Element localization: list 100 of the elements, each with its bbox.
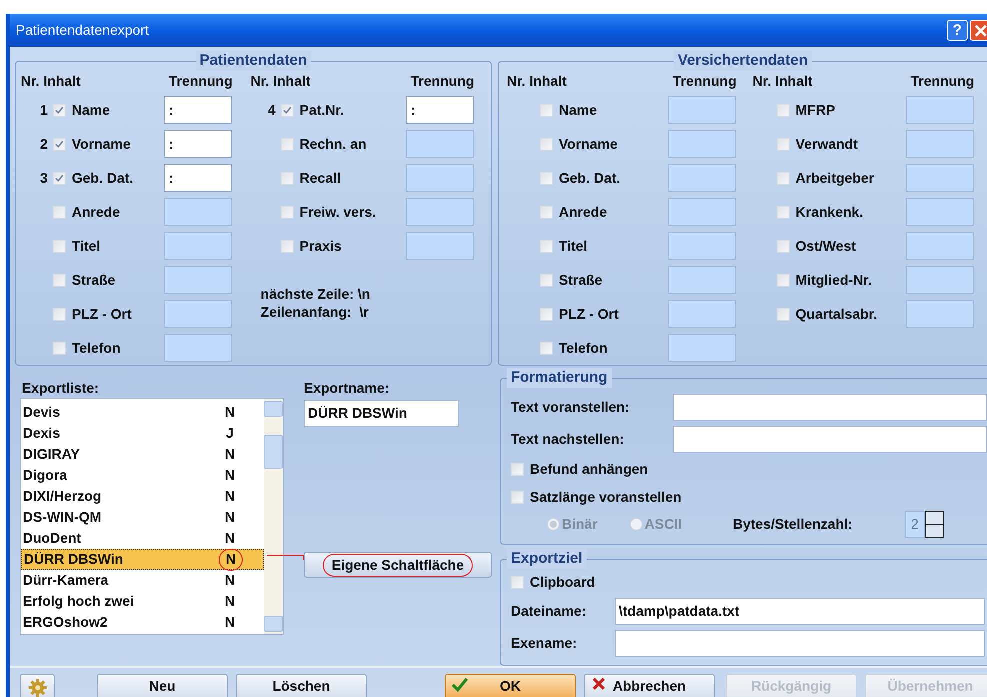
scrollbar[interactable] bbox=[264, 399, 283, 634]
field-label: Vorname bbox=[559, 134, 619, 154]
spin-buttons[interactable] bbox=[925, 510, 944, 538]
help-button[interactable]: ? bbox=[947, 20, 968, 41]
checkbox[interactable] bbox=[53, 308, 66, 320]
close-icon bbox=[975, 24, 987, 36]
text-field[interactable]: \tdamp\patdata.txt bbox=[615, 598, 985, 626]
dialog-button[interactable]: Löschen bbox=[236, 674, 367, 697]
list-item[interactable]: ERGOshow2 N bbox=[21, 612, 264, 633]
checkbox[interactable] bbox=[280, 104, 294, 116]
separator-field[interactable] bbox=[906, 266, 974, 294]
checkbox[interactable] bbox=[540, 308, 553, 320]
list-item[interactable]: Dürr-Kamera N bbox=[21, 570, 264, 591]
checkbox[interactable] bbox=[540, 206, 553, 218]
separator-field[interactable]: : bbox=[164, 96, 232, 124]
checkbox[interactable] bbox=[776, 274, 790, 286]
separator-field[interactable] bbox=[164, 198, 232, 226]
checkbox[interactable] bbox=[540, 138, 553, 150]
checkbox[interactable] bbox=[776, 138, 790, 150]
checkbox[interactable] bbox=[540, 342, 553, 354]
checkbox[interactable] bbox=[776, 240, 790, 252]
checkbox[interactable] bbox=[776, 308, 790, 320]
group-title: Formatierung bbox=[507, 368, 612, 388]
checkbox[interactable] bbox=[280, 172, 294, 184]
flag-cell-text: N bbox=[224, 613, 236, 632]
exportname-field[interactable]: DÜRR DBSWin bbox=[304, 400, 459, 427]
checkbox[interactable] bbox=[53, 104, 66, 116]
field-label: Mitglied-Nr. bbox=[796, 270, 874, 290]
checkbox[interactable] bbox=[53, 274, 66, 286]
checkbox[interactable] bbox=[540, 274, 553, 286]
separator-field[interactable] bbox=[668, 130, 736, 158]
list-item[interactable]: Devis N bbox=[21, 402, 264, 423]
row-number: 4 bbox=[268, 100, 276, 120]
separator-field[interactable] bbox=[668, 334, 736, 362]
separator-field[interactable] bbox=[668, 300, 736, 328]
column-header: Nr. Inhalt bbox=[752, 72, 814, 90]
separator-field[interactable]: : bbox=[164, 130, 232, 158]
checkbox[interactable] bbox=[53, 138, 66, 150]
list-item[interactable]: Digora N bbox=[21, 465, 264, 486]
separator-field[interactable] bbox=[164, 300, 232, 328]
separator-field[interactable] bbox=[668, 164, 736, 192]
checkbox[interactable] bbox=[540, 172, 553, 184]
dialog-button[interactable]: Neu bbox=[97, 674, 228, 697]
checkbox[interactable] bbox=[53, 206, 66, 218]
separator-field[interactable] bbox=[668, 96, 736, 124]
list-item[interactable]: DIXI/Herzog N bbox=[21, 486, 264, 507]
checkbox[interactable] bbox=[776, 206, 790, 218]
checkbox[interactable] bbox=[53, 172, 66, 184]
settings-button[interactable] bbox=[20, 674, 55, 697]
row-number: 1 bbox=[40, 100, 48, 120]
list-item[interactable]: DÜRR DBSWin N bbox=[21, 549, 264, 570]
list-item[interactable]: DIGIRAY N bbox=[21, 444, 264, 465]
checkbox[interactable] bbox=[511, 490, 524, 504]
text-field[interactable] bbox=[615, 630, 985, 658]
separator-field[interactable]: : bbox=[164, 164, 232, 192]
separator-field[interactable]: : bbox=[406, 96, 474, 124]
separator-field[interactable] bbox=[406, 164, 474, 192]
checkbox[interactable] bbox=[280, 138, 294, 150]
checkbox[interactable] bbox=[776, 104, 790, 116]
separator-field[interactable] bbox=[406, 198, 474, 226]
field-label: Telefon bbox=[559, 338, 609, 358]
separator-field[interactable] bbox=[164, 232, 232, 260]
separator-field[interactable] bbox=[164, 266, 232, 294]
cross-icon bbox=[593, 678, 605, 690]
separator-field[interactable] bbox=[406, 232, 474, 260]
list-item[interactable]: Erfolg hoch zwei N bbox=[21, 591, 264, 612]
checkbox[interactable] bbox=[511, 462, 524, 476]
text-field[interactable] bbox=[673, 394, 987, 420]
leader-line bbox=[267, 555, 304, 560]
list-item[interactable]: DuoDent N bbox=[21, 528, 264, 549]
checkbox[interactable] bbox=[540, 104, 553, 116]
field-label: MFRP bbox=[796, 100, 836, 120]
separator-field[interactable] bbox=[668, 266, 736, 294]
separator-field[interactable] bbox=[906, 164, 974, 192]
separator-field[interactable] bbox=[406, 130, 474, 158]
custom-button[interactable]: Eigene Schaltfläche bbox=[304, 552, 492, 578]
separator-field[interactable] bbox=[906, 130, 974, 158]
list-item[interactable]: Dexis J bbox=[21, 423, 264, 444]
list-item[interactable]: DS-WIN-QM N bbox=[21, 507, 264, 528]
checkbox[interactable] bbox=[280, 206, 294, 218]
separator-field[interactable] bbox=[906, 96, 974, 124]
dialog-button[interactable]: Abbrechen bbox=[584, 674, 715, 697]
separator-field[interactable] bbox=[906, 198, 974, 226]
checkbox[interactable] bbox=[53, 240, 66, 252]
group-title: Versichertendaten bbox=[674, 51, 812, 71]
separator-field[interactable] bbox=[668, 232, 736, 260]
checkbox[interactable] bbox=[280, 240, 294, 252]
checkbox[interactable] bbox=[53, 342, 66, 354]
checkbox[interactable] bbox=[776, 172, 790, 184]
flag-cell-text: N bbox=[224, 508, 236, 527]
separator-field[interactable] bbox=[164, 334, 232, 362]
text-field[interactable] bbox=[673, 426, 987, 452]
checkbox[interactable] bbox=[540, 240, 553, 252]
separator-field[interactable] bbox=[906, 232, 974, 260]
checkbox[interactable] bbox=[511, 576, 524, 590]
separator-field[interactable] bbox=[668, 198, 736, 226]
separator-field[interactable] bbox=[906, 300, 974, 328]
dialog-button[interactable]: OK bbox=[445, 674, 576, 697]
gear-icon bbox=[28, 678, 48, 697]
close-button[interactable] bbox=[970, 20, 987, 41]
